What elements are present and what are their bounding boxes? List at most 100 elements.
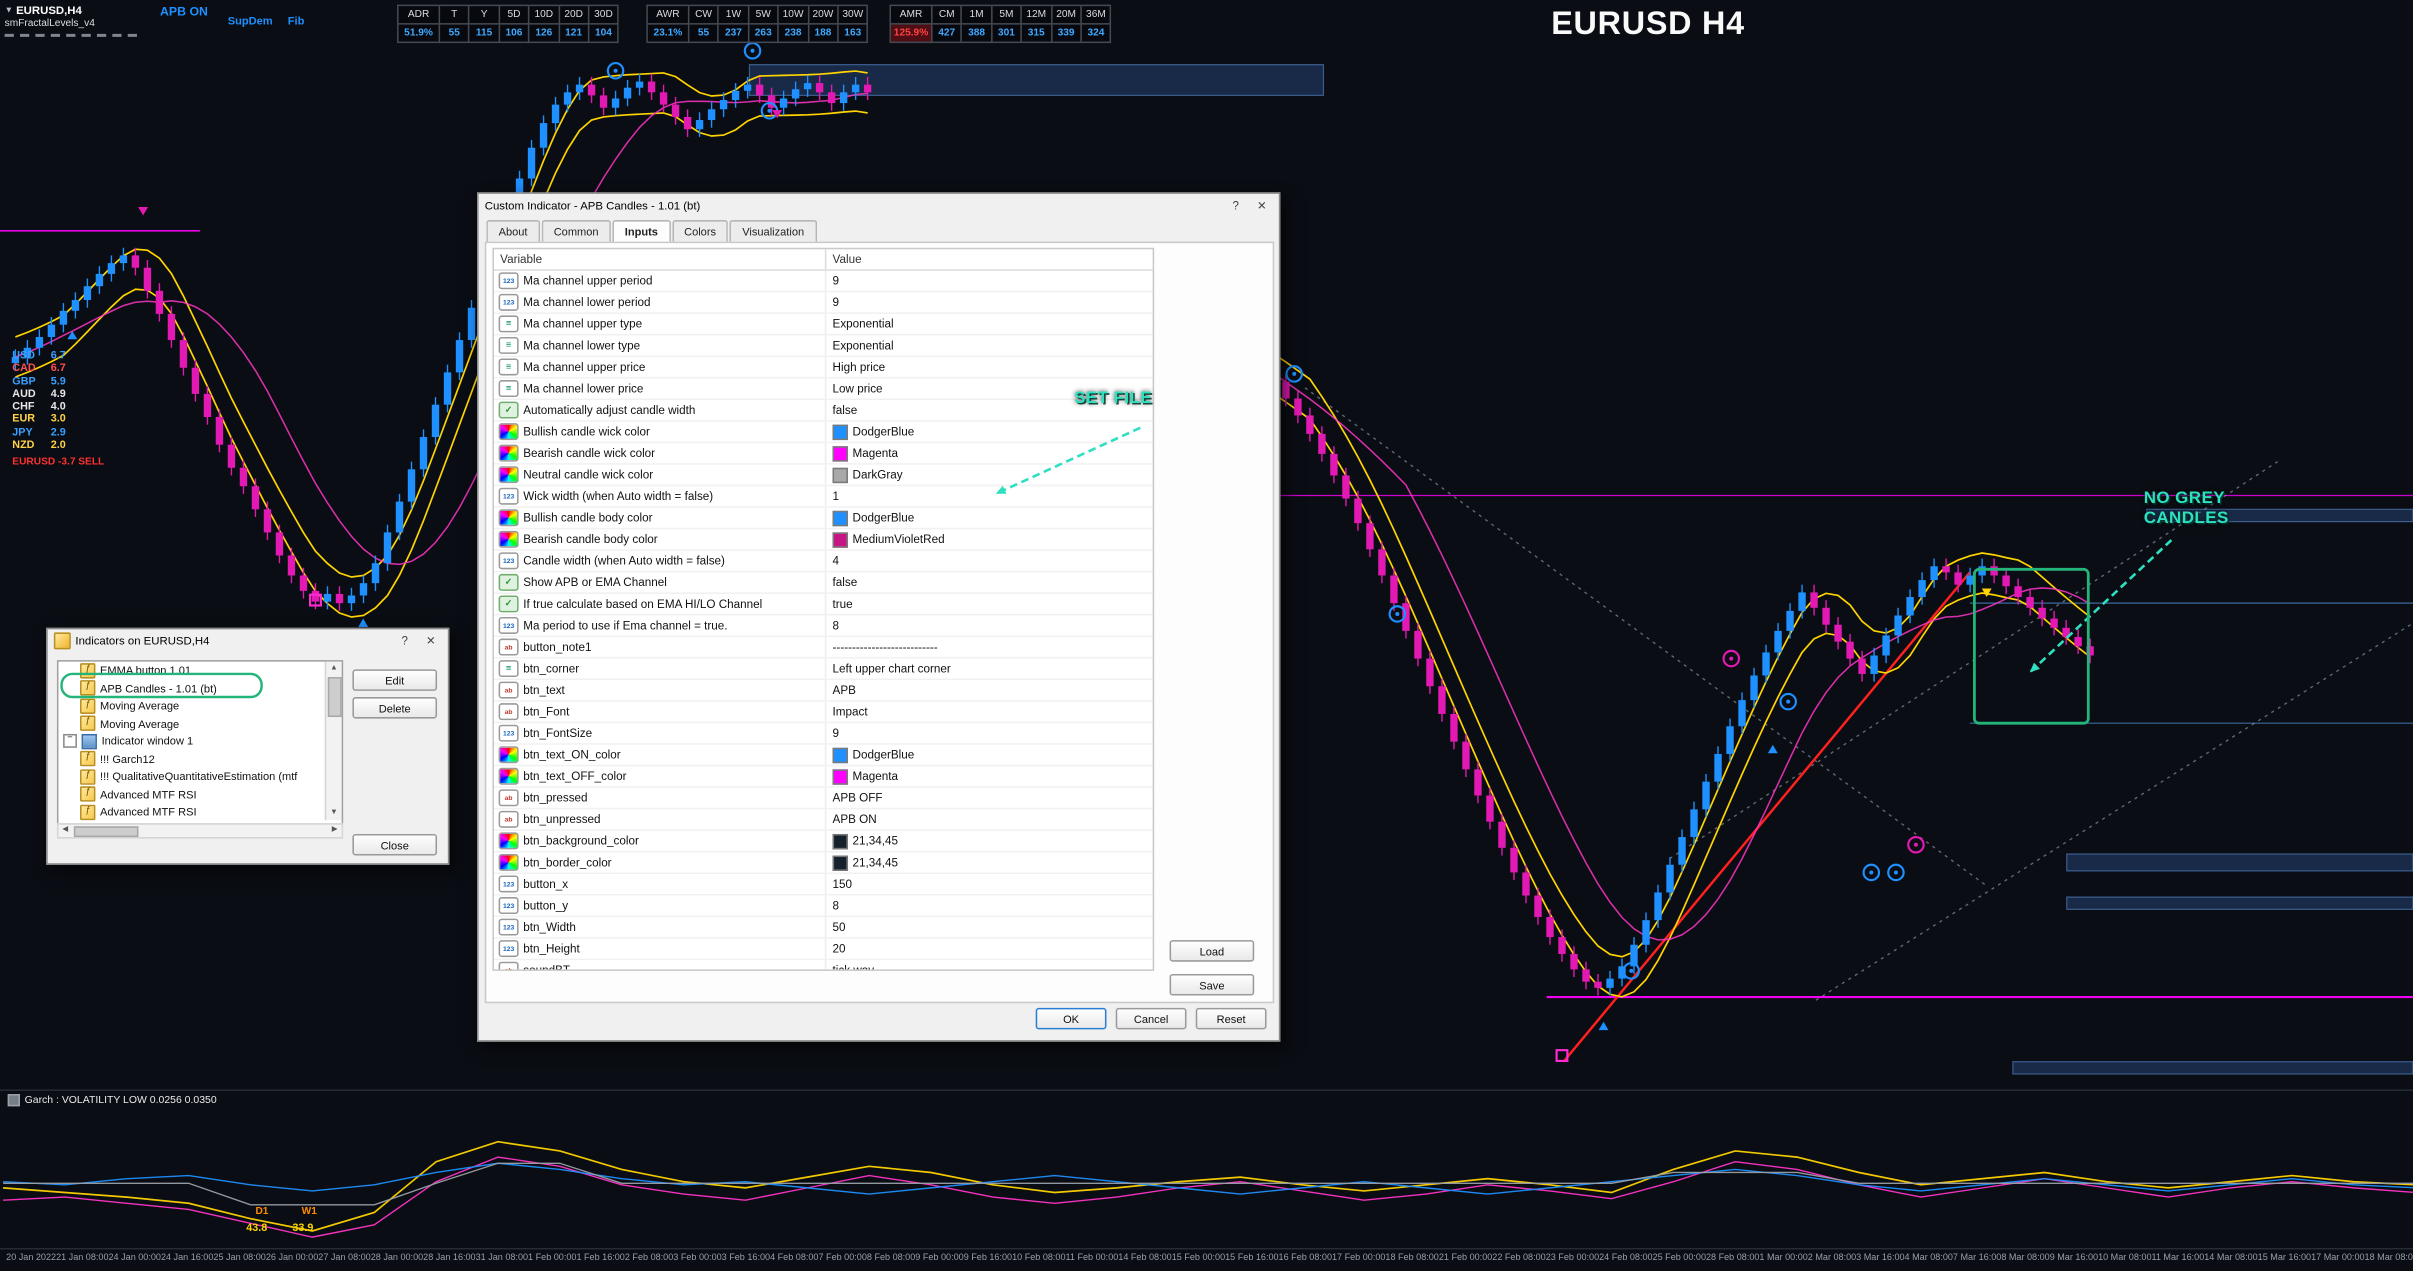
param-row[interactable]: 123Ma period to use if Ema channel = tru… [494,615,1153,637]
param-row[interactable]: ✓Show APB or EMA Channelfalse [494,572,1153,594]
param-value-cell[interactable]: 150 [825,874,1153,894]
param-row[interactable]: btn_background_color21,34,45 [494,831,1153,853]
param-value-cell[interactable]: 21,34,45 [825,852,1153,872]
scroll-right-icon[interactable]: ▶ [328,825,342,837]
tab-about[interactable]: About [486,220,540,242]
indicator-list-item[interactable]: ƒEMMA button 1.01 [58,662,341,680]
param-value-cell[interactable]: APB [825,680,1153,700]
param-value-cell[interactable]: Exponential [825,335,1153,355]
param-row[interactable]: 123btn_FontSize9 [494,723,1153,745]
dialog-help-button[interactable]: ? [1225,196,1247,214]
dialog-close-button[interactable]: ✕ [420,632,442,650]
horizontal-scrollbar[interactable]: ◀ ▶ [57,823,343,838]
apb-toggle-button[interactable]: APB ON [160,5,208,19]
param-value-cell[interactable]: MediumVioletRed [825,529,1153,549]
param-row[interactable]: btn_text_ON_colorDodgerBlue [494,745,1153,767]
load-button[interactable]: Load [1170,940,1255,962]
param-row[interactable]: 123btn_Width50 [494,917,1153,939]
scrollbar-thumb[interactable] [74,826,139,837]
param-row[interactable]: abbtn_textAPB [494,680,1153,702]
param-row[interactable]: ✓If true calculate based on EMA HI/LO Ch… [494,594,1153,616]
collapse-chart-icon[interactable]: ▼ [5,5,13,14]
param-value-cell[interactable]: 4 [825,551,1153,571]
param-row[interactable]: abbtn_FontImpact [494,702,1153,724]
scroll-up-icon[interactable]: ▲ [326,662,341,676]
param-row[interactable]: Bearish candle wick colorMagenta [494,443,1153,465]
vertical-scrollbar[interactable]: ▲ ▼ [325,662,342,820]
param-value-cell[interactable]: Left upper chart corner [825,659,1153,679]
param-row[interactable]: abbtn_unpressedAPB ON [494,809,1153,831]
param-value-cell[interactable]: DodgerBlue [825,422,1153,442]
param-row[interactable]: 123button_x150 [494,874,1153,896]
dialog-close-button[interactable]: ✕ [1251,196,1273,214]
param-row[interactable]: ✓Automatically adjust candle widthfalse [494,400,1153,422]
save-button[interactable]: Save [1170,974,1255,996]
indicator-list-item[interactable]: ƒ!!! Garch12 [58,750,341,768]
param-value-cell[interactable]: Magenta [825,766,1153,786]
param-value-cell[interactable]: APB OFF [825,788,1153,808]
time-axis[interactable]: 20 Jan 202221 Jan 08:0024 Jan 00:0024 Ja… [0,1251,2413,1271]
param-row[interactable]: ≡Ma channel upper typeExponential [494,314,1153,336]
param-row[interactable]: abbutton_note1--------------------------… [494,637,1153,659]
param-value-cell[interactable]: false [825,572,1153,592]
param-value-cell[interactable]: Impact [825,702,1153,722]
param-row[interactable]: Bullish candle body colorDodgerBlue [494,508,1153,530]
param-row[interactable]: ≡Ma channel lower typeExponential [494,335,1153,357]
param-row[interactable]: abbtn_pressedAPB OFF [494,788,1153,810]
param-value-cell[interactable]: 1 [825,486,1153,506]
supdem-label[interactable]: SupDem [228,14,273,28]
indicator-list-item[interactable]: ƒAPB Candles - 1.01 (bt) [58,679,341,697]
tree-collapse-icon[interactable]: − [63,734,77,748]
indicator-list-item[interactable]: ƒMoving Average [58,715,341,733]
indicator-list-item[interactable]: ƒAdvanced MTF RSI [58,803,341,821]
dialog-titlebar[interactable]: Custom Indicator - APB Candles - 1.01 (b… [479,194,1279,217]
param-row[interactable]: absoundBTtick.wav [494,960,1153,971]
param-row[interactable]: ≡btn_cornerLeft upper chart corner [494,659,1153,681]
scroll-down-icon[interactable]: ▼ [326,806,341,820]
param-value-cell[interactable]: 8 [825,896,1153,916]
param-row[interactable]: ≡Ma channel upper priceHigh price [494,357,1153,379]
cancel-button[interactable]: Cancel [1116,1008,1187,1030]
param-value-cell[interactable]: High price [825,357,1153,377]
param-value-cell[interactable]: DarkGray [825,465,1153,485]
param-row[interactable]: 123Wick width (when Auto width = false)1 [494,486,1153,508]
indicator-list-item[interactable]: ƒAdvanced MTF RSI [58,786,341,804]
param-row[interactable]: 123button_y8 [494,896,1153,918]
param-row[interactable]: btn_text_OFF_colorMagenta [494,766,1153,788]
param-row[interactable]: 123btn_Height20 [494,939,1153,961]
param-row[interactable]: Neutral candle wick colorDarkGray [494,465,1153,487]
delete-button[interactable]: Delete [352,697,437,719]
panel-divider[interactable] [0,1089,2413,1091]
param-value-cell[interactable]: 21,34,45 [825,831,1153,851]
param-value-cell[interactable]: 9 [825,271,1153,291]
tab-inputs[interactable]: Inputs [612,220,670,242]
dialog-titlebar[interactable]: Indicators on EURUSD,H4 ? ✕ [48,629,448,652]
scroll-left-icon[interactable]: ◀ [58,825,72,837]
tab-colors[interactable]: Colors [672,220,729,242]
param-value-cell[interactable]: Exponential [825,314,1153,334]
param-value-cell[interactable]: --------------------------- [825,637,1153,657]
param-value-cell[interactable]: 50 [825,917,1153,937]
scrollbar-thumb[interactable] [328,677,342,717]
param-row[interactable]: 123Ma channel lower period9 [494,292,1153,314]
param-row[interactable]: btn_border_color21,34,45 [494,852,1153,874]
param-row[interactable]: Bearish candle body colorMediumVioletRed [494,529,1153,551]
indicator-list-item[interactable]: −Indicator window 1 [58,732,341,750]
param-row[interactable]: 123Ma channel upper period9 [494,271,1153,293]
param-value-cell[interactable]: DodgerBlue [825,508,1153,528]
reset-button[interactable]: Reset [1196,1008,1267,1030]
param-row[interactable]: Bullish candle wick colorDodgerBlue [494,422,1153,444]
ok-button[interactable]: OK [1036,1008,1107,1030]
indicator-list-item[interactable]: ƒMoving Average [58,697,341,715]
dialog-help-button[interactable]: ? [394,632,416,650]
close-button[interactable]: Close [352,834,437,856]
edit-button[interactable]: Edit [352,669,437,691]
fib-label[interactable]: Fib [288,14,305,28]
param-value-cell[interactable]: Magenta [825,443,1153,463]
param-value-cell[interactable]: tick.wav [825,960,1153,971]
param-value-cell[interactable]: 8 [825,615,1153,635]
tab-visualization[interactable]: Visualization [730,220,817,242]
param-value-cell[interactable]: 9 [825,292,1153,312]
indicator-list-item[interactable]: ƒ!!! QualitativeQuantitativeEstimation (… [58,768,341,786]
param-value-cell[interactable]: true [825,594,1153,614]
